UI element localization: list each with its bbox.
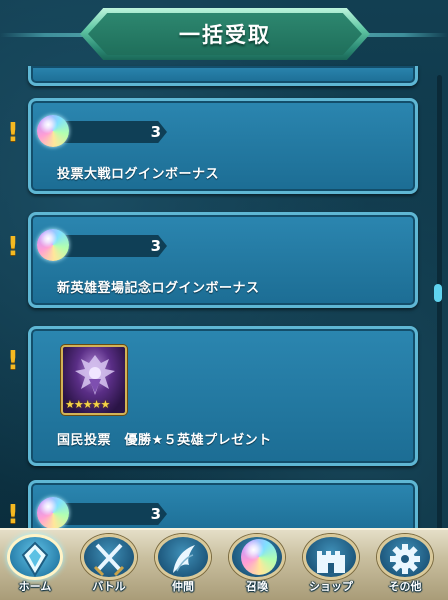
nav-allies-button[interactable] xyxy=(155,534,211,580)
wing-icon xyxy=(173,545,195,573)
nav-battle[interactable]: バトル xyxy=(76,530,142,600)
alert-icon: ! xyxy=(7,346,19,376)
nav-other-button[interactable] xyxy=(377,534,433,580)
page-title: 一括受取 xyxy=(179,23,271,47)
nav-label: 仲間 xyxy=(172,580,194,593)
hero-portrait: ★★★★★ xyxy=(61,345,127,415)
home-icon xyxy=(21,541,49,577)
list-item[interactable]: ! 3 投票大戦ログインボーナス xyxy=(7,98,418,194)
nav-label: その他 xyxy=(388,580,422,593)
reward-count: 3 xyxy=(150,123,161,141)
nav-summon-button[interactable] xyxy=(229,534,285,580)
nav-shop-button[interactable] xyxy=(303,534,359,580)
scrollbar-track[interactable] xyxy=(437,75,442,530)
nav-other[interactable]: その他 xyxy=(372,530,438,600)
alert-icon: ! xyxy=(7,500,19,530)
list-item-partial[interactable] xyxy=(28,66,418,86)
nav-summon[interactable]: 召喚 xyxy=(224,530,290,600)
reward-count: 3 xyxy=(150,237,161,255)
crossed-swords-icon xyxy=(93,543,125,577)
reward-label: 新英雄登場記念ログインボーナス xyxy=(57,281,260,296)
list-item[interactable]: ! ★★★★★ 国民投票 優勝★５英雄プレゼント xyxy=(7,326,418,466)
nav-label: 召喚 xyxy=(246,580,268,593)
reward-label: 投票大戦ログインボーナス xyxy=(57,167,220,182)
scrollbar-thumb[interactable] xyxy=(434,284,442,302)
nav-label: ホーム xyxy=(18,580,52,593)
nav-home[interactable]: ホーム xyxy=(2,530,68,600)
nav-battle-button[interactable] xyxy=(81,534,137,580)
castle-icon xyxy=(317,551,345,573)
alert-icon: ! xyxy=(7,118,19,148)
rarity-stars: ★★★★★ xyxy=(65,398,110,411)
nav-label: バトル xyxy=(92,580,126,593)
reward-label: 国民投票 優勝★５英雄プレゼント xyxy=(57,433,272,448)
list-item[interactable]: ! 3 新英雄登場記念ログインボーナス xyxy=(7,212,418,308)
reward-count: 3 xyxy=(150,505,161,523)
nav-shop[interactable]: ショップ xyxy=(298,530,364,600)
gear-icon xyxy=(390,544,420,574)
hero-figure-icon xyxy=(75,355,115,395)
alert-icon: ! xyxy=(7,232,19,262)
nav-home-button[interactable] xyxy=(7,534,63,580)
nav-label: ショップ xyxy=(309,580,353,593)
nav-allies[interactable]: 仲間 xyxy=(150,530,216,600)
summon-orb-icon xyxy=(241,539,277,575)
header: 一括受取 xyxy=(0,0,448,70)
